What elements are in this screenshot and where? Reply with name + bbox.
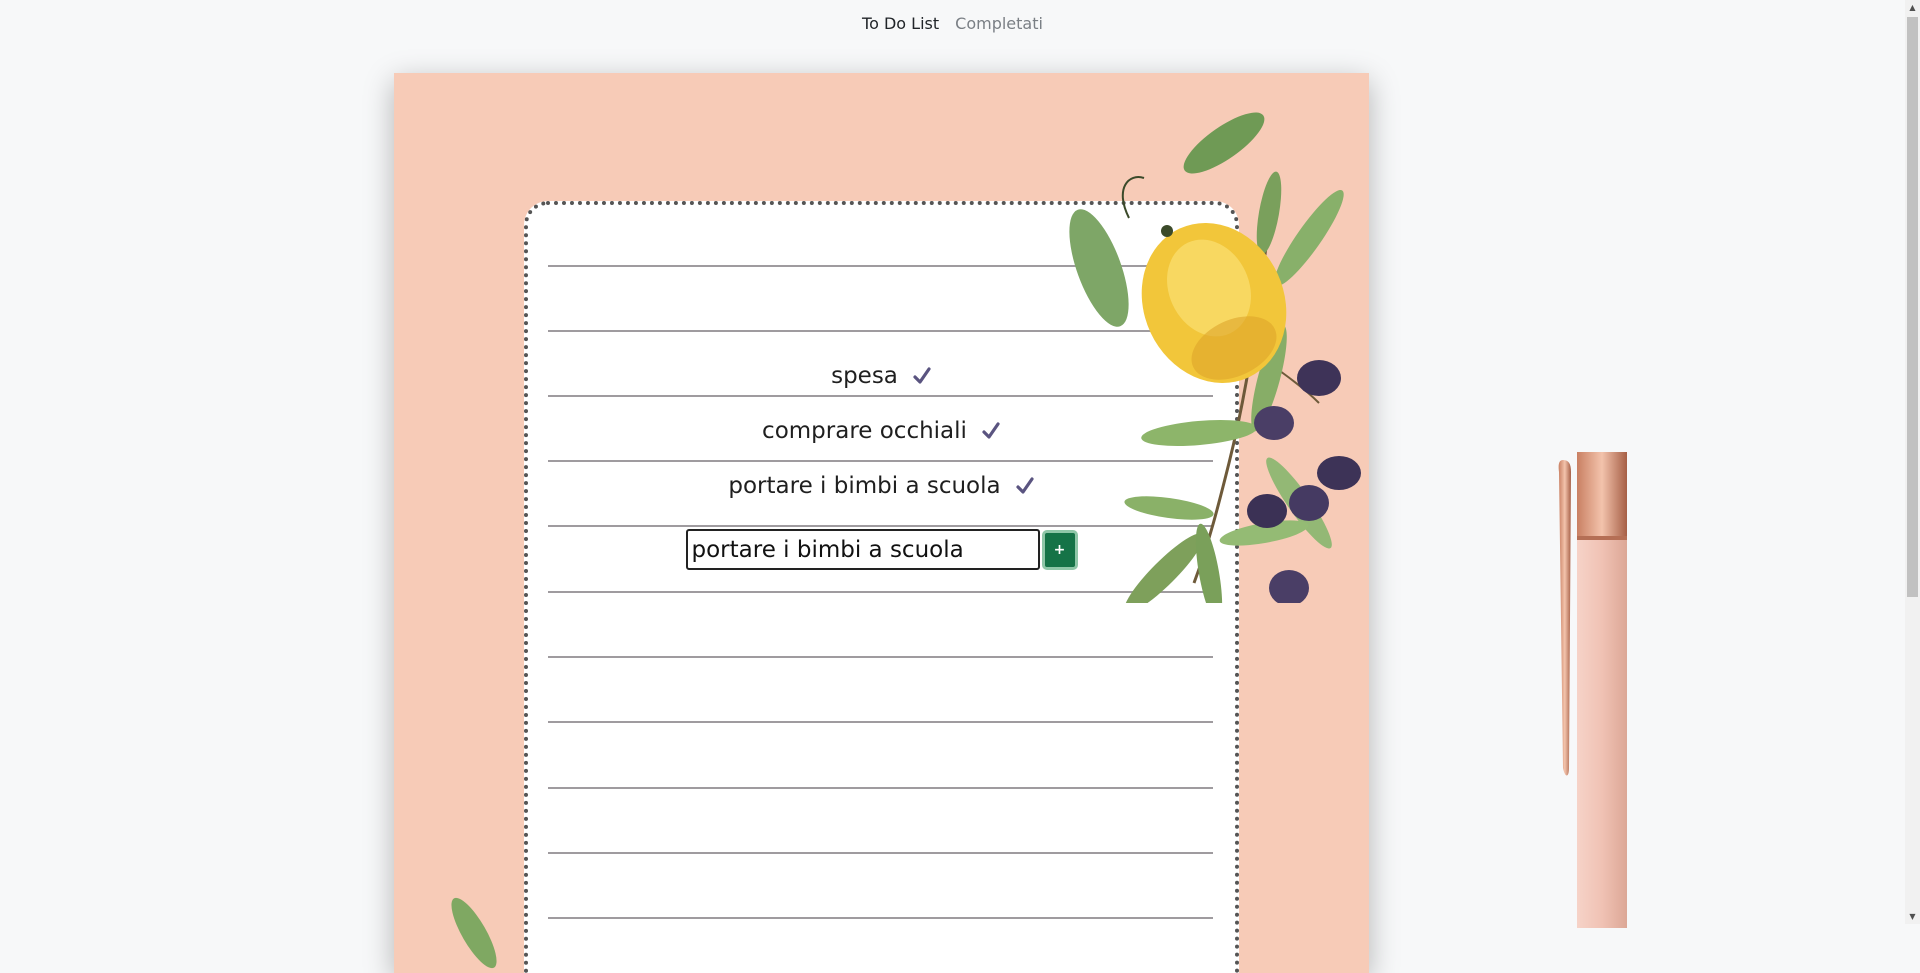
paper-background: spesa comprare occhiali portare i bimbi …	[394, 73, 1369, 973]
top-navigation: To Do List Completati	[0, 0, 1905, 46]
nav-link-completati[interactable]: Completati	[955, 14, 1043, 33]
notepad-line	[548, 787, 1213, 789]
task-text: portare i bimbi a scuola	[728, 473, 1001, 499]
rose-gold-pen-illustration	[1558, 452, 1627, 928]
lemon-olive-branch-illustration	[1069, 112, 1361, 603]
notepad-line	[548, 721, 1213, 723]
nav-link-todo-list[interactable]: To Do List	[862, 14, 939, 33]
new-task-input[interactable]	[685, 529, 1040, 570]
notepad-line	[548, 852, 1213, 854]
scroll-down-arrow-icon[interactable]: ▼	[1905, 909, 1920, 924]
scrollbar-thumb[interactable]	[1907, 17, 1918, 597]
check-icon[interactable]	[981, 421, 1001, 441]
notepad-line	[548, 656, 1213, 658]
vertical-scrollbar[interactable]: ▲ ▼	[1905, 0, 1920, 924]
leaf-illustration	[451, 897, 497, 969]
task-text: comprare occhiali	[762, 418, 967, 444]
notepad-line	[548, 917, 1213, 919]
task-text: spesa	[831, 363, 898, 389]
scroll-up-arrow-icon[interactable]: ▲	[1905, 0, 1920, 15]
check-icon[interactable]	[912, 366, 932, 386]
